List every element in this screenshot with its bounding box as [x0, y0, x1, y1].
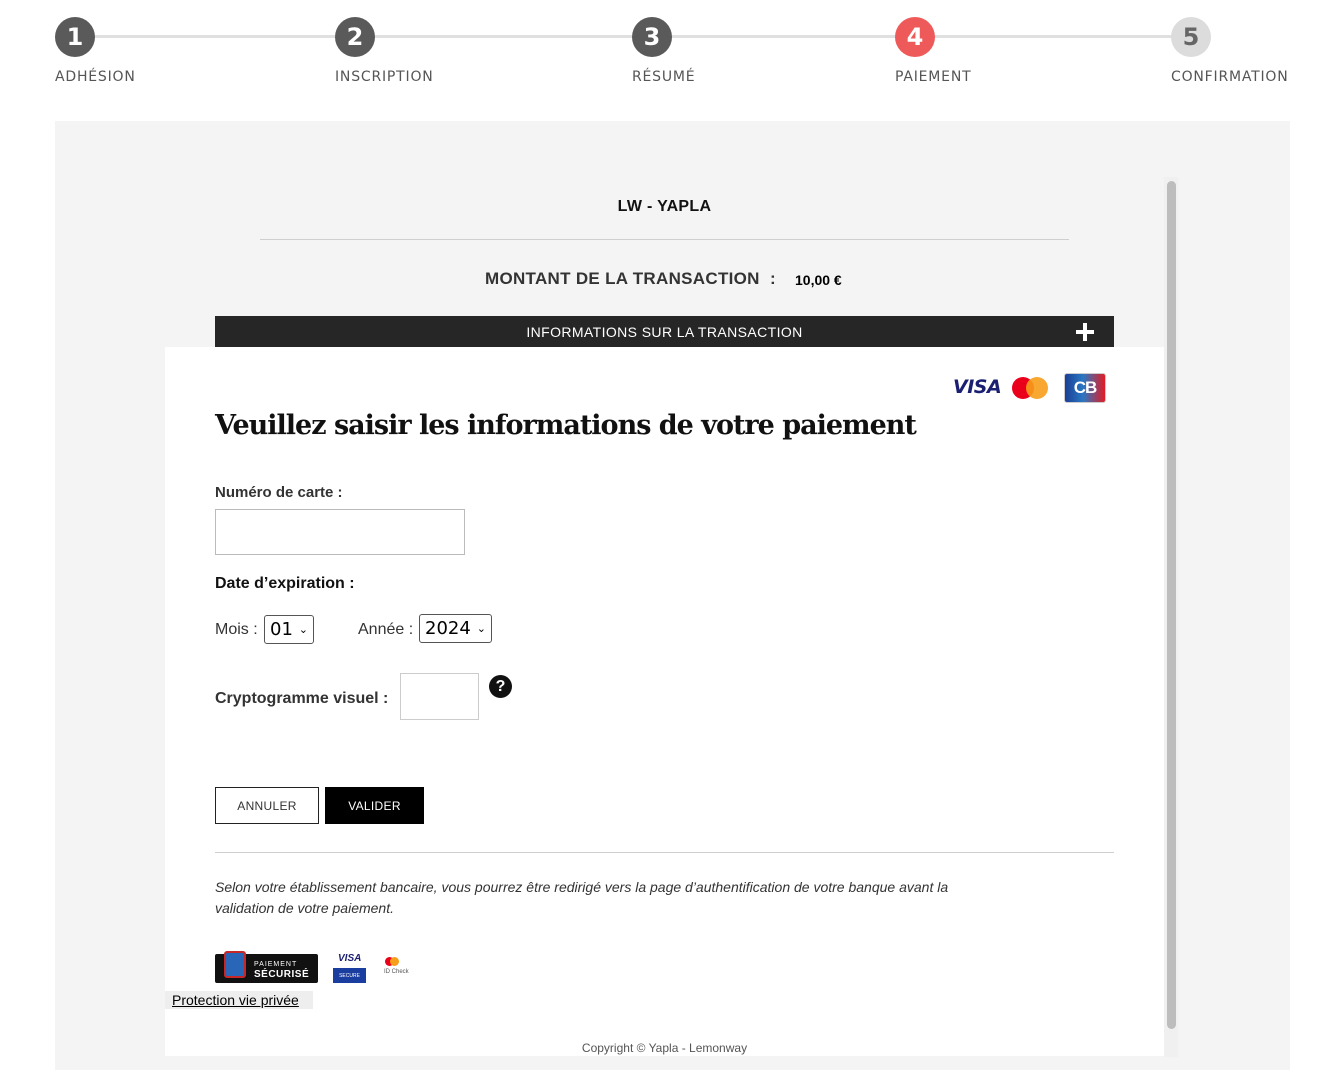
merchant-name: LW - YAPLA	[617, 198, 712, 215]
mastercard-logo	[1012, 377, 1048, 399]
step-number: 5	[1171, 17, 1211, 57]
visa-secure-badge: VISA SECURE	[333, 953, 366, 984]
visa-logo: VISA	[953, 376, 1002, 398]
step-number: 2	[335, 17, 375, 57]
privacy-link[interactable]: Protection vie privée	[165, 991, 313, 1009]
month-select[interactable]: 01 ⌄	[264, 615, 314, 644]
step-label: PAIEMENT	[895, 69, 972, 85]
form-divider	[215, 852, 1114, 853]
amount-colon: :	[770, 269, 776, 288]
step-number: 4	[895, 17, 935, 57]
step-confirmation: 5 CONFIRMATION	[1171, 17, 1288, 85]
step-label: INSCRIPTION	[335, 69, 434, 85]
mastercard-idcheck-badge: ID Check	[383, 955, 417, 981]
visa-secure-sub: SECURE	[333, 968, 366, 983]
year-select[interactable]: 2024 ⌄	[419, 614, 492, 643]
step-adhesion: 1 ADHÉSION	[55, 17, 135, 85]
step-number: 1	[55, 17, 95, 57]
expiry-label: Date d’expiration :	[215, 575, 355, 592]
step-resume: 3 RÉSUMÉ	[632, 17, 695, 85]
progress-stepper: 1 ADHÉSION 2 INSCRIPTION 3 RÉSUMÉ 4 PAIE…	[0, 0, 1332, 100]
year-label: Année :	[358, 621, 414, 638]
step-label: RÉSUMÉ	[632, 69, 696, 85]
submit-button[interactable]: VALIDER	[325, 787, 424, 824]
cvv-input[interactable]	[400, 673, 479, 720]
step-paiement: 4 PAIEMENT	[895, 17, 971, 85]
card-number-input[interactable]	[215, 509, 465, 555]
bank-redirect-notice: Selon votre établissement bancaire, vous…	[215, 879, 949, 916]
secure-badge-line2: SÉCURISÉ	[254, 969, 310, 980]
step-number: 3	[632, 17, 672, 57]
cancel-button[interactable]: ANNULER	[215, 787, 319, 824]
transaction-info-toggle[interactable]: INFORMATIONS SUR LA TRANSACTION	[215, 316, 1114, 347]
amount-value: 10,00 €	[795, 272, 842, 288]
step-label: ADHÉSION	[55, 69, 136, 85]
copyright: Copyright © Yapla - Lemonway	[581, 1041, 748, 1055]
cvv-label: Cryptogramme visuel :	[215, 690, 389, 707]
lock-icon	[224, 951, 246, 978]
step-inscription: 2 INSCRIPTION	[335, 17, 433, 85]
chevron-down-icon: ⌄	[476, 622, 486, 635]
merchant-divider	[260, 239, 1069, 240]
idcheck-label: ID Check	[384, 969, 409, 975]
month-label: Mois :	[215, 621, 258, 638]
year-value: 2024	[425, 618, 471, 639]
card-number-label: Numéro de carte :	[215, 484, 343, 501]
month-value: 01	[270, 619, 293, 640]
step-label: CONFIRMATION	[1171, 69, 1289, 85]
secure-payment-badge: PAIEMENT SÉCURISÉ	[215, 951, 318, 983]
amount-label: MONTANT DE LA TRANSACTION	[485, 269, 760, 288]
visa-secure-brand: VISA	[338, 953, 362, 964]
transaction-info-label: INFORMATIONS SUR LA TRANSACTION	[526, 323, 803, 340]
scrollbar-thumb[interactable]	[1167, 181, 1176, 1029]
help-icon[interactable]: ?	[489, 675, 512, 698]
page-title: Veuillez saisir les informations de votr…	[215, 410, 917, 441]
plus-icon[interactable]	[1076, 323, 1094, 341]
secure-badge-line1: PAIEMENT	[254, 961, 298, 968]
cb-logo: CB	[1064, 373, 1106, 403]
chevron-down-icon: ⌄	[298, 623, 308, 636]
